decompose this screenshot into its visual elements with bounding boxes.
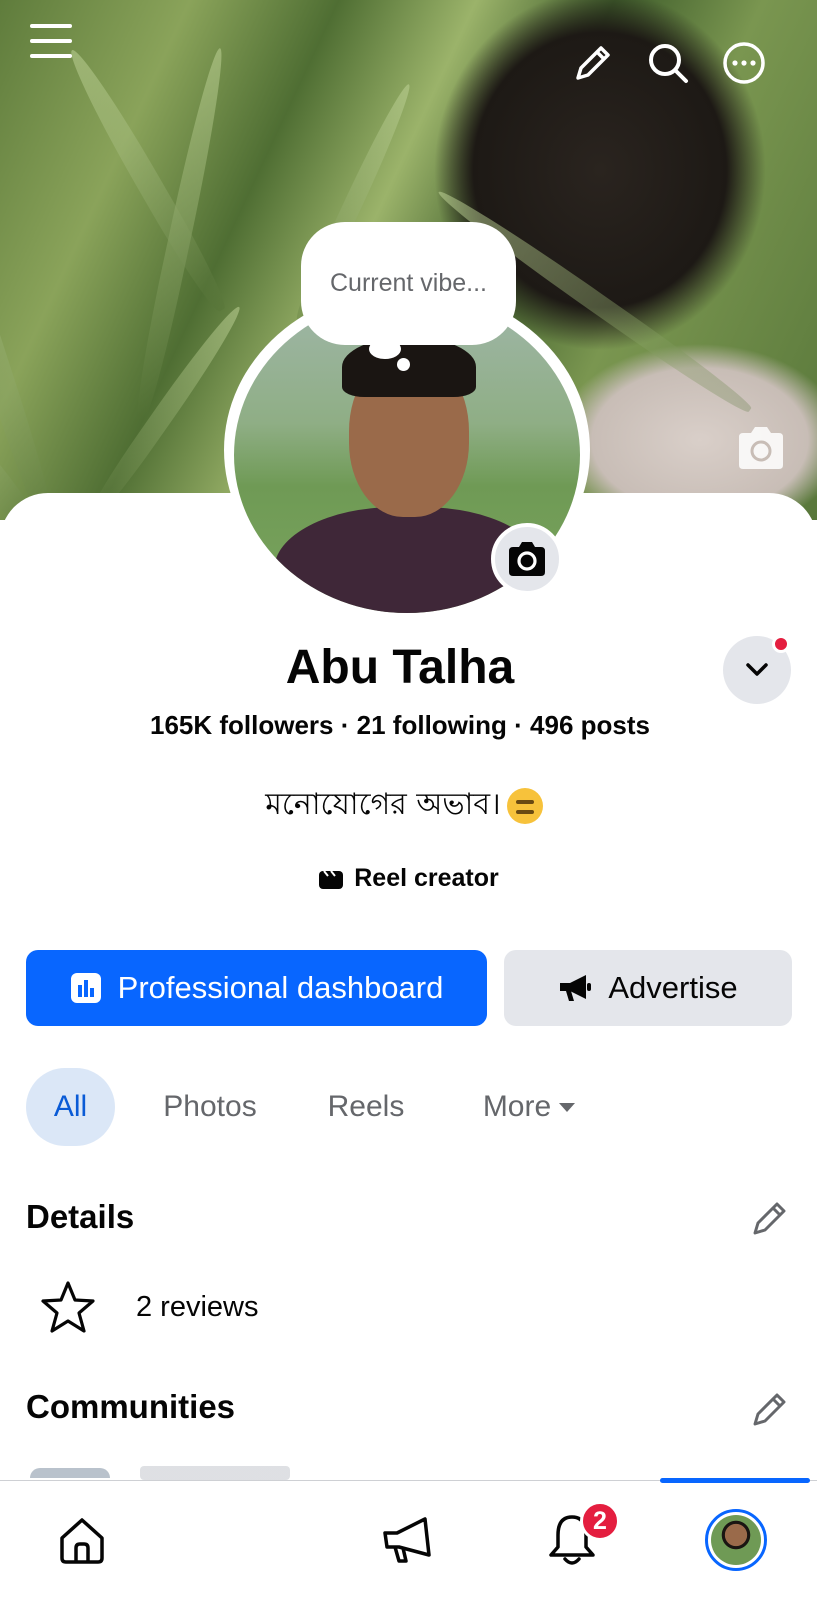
tab-all[interactable]: All	[26, 1068, 115, 1146]
tab-reels[interactable]: Reels	[316, 1068, 416, 1146]
tab-more-label: More	[482, 1090, 552, 1123]
bubble-tail	[369, 339, 401, 359]
advertise-label: Advertise	[608, 970, 738, 1005]
profile-stats: 165K followers · 21 following · 496 post…	[0, 710, 800, 741]
menu-icon[interactable]	[28, 18, 74, 64]
search-icon[interactable]	[645, 40, 691, 86]
dashboard-icon	[70, 973, 101, 1003]
avatar-camera-icon[interactable]	[491, 523, 563, 595]
star-icon	[41, 1281, 95, 1333]
category-label: Reel creator	[354, 864, 499, 892]
followers-count[interactable]: 165K followers	[150, 710, 334, 740]
note-bubble[interactable]: Current vibe...	[301, 222, 516, 345]
professional-dashboard-label: Professional dashboard	[117, 970, 444, 1005]
caret-down-icon	[559, 1103, 576, 1112]
reviews-count: 2 reviews	[136, 1290, 259, 1323]
edit-cover-icon[interactable]	[570, 40, 616, 86]
profile-tab-avatar[interactable]	[705, 1509, 767, 1571]
megaphone-icon	[560, 975, 592, 1001]
details-title: Details	[26, 1198, 135, 1235]
tab-more[interactable]: More	[470, 1068, 590, 1146]
more-options-icon[interactable]	[721, 40, 767, 86]
edit-communities-icon[interactable]	[750, 1389, 790, 1429]
professional-dashboard-button[interactable]: Professional dashboard	[26, 950, 487, 1026]
notification-dot	[772, 635, 790, 653]
clapperboard-icon	[319, 869, 344, 889]
chevron-down-icon	[746, 663, 768, 676]
stats-separator: ·	[340, 710, 350, 740]
communities-title: Communities	[26, 1388, 236, 1425]
cover-camera-icon[interactable]	[735, 425, 787, 471]
note-bubble-text: Current vibe...	[329, 269, 487, 297]
reviews-row[interactable]: 2 reviews	[40, 1280, 259, 1334]
following-count[interactable]: 21 following	[357, 710, 507, 740]
profile-bio: মনোযোগের অভাব।	[0, 780, 808, 831]
tab-photos[interactable]: Photos	[150, 1068, 270, 1146]
advertise-button[interactable]: Advertise	[504, 950, 792, 1026]
thinking-emoji-icon	[506, 787, 543, 824]
community-avatar-peek	[30, 1468, 110, 1478]
active-tab-indicator	[660, 1478, 810, 1483]
bubble-tail-dot	[397, 358, 410, 371]
edit-details-icon[interactable]	[750, 1198, 790, 1238]
home-icon[interactable]	[52, 1510, 112, 1570]
bio-text: মনোযোগের অভাব।	[265, 787, 501, 822]
stats-separator: ·	[514, 710, 523, 740]
posts-count[interactable]: 496 posts	[530, 710, 650, 740]
profile-name: Abu Talha	[285, 641, 515, 694]
community-name-peek	[140, 1466, 290, 1480]
notifications-badge: 2	[580, 1501, 620, 1541]
profile-category: Reel creator	[0, 864, 817, 893]
megaphone-icon[interactable]	[378, 1510, 438, 1570]
